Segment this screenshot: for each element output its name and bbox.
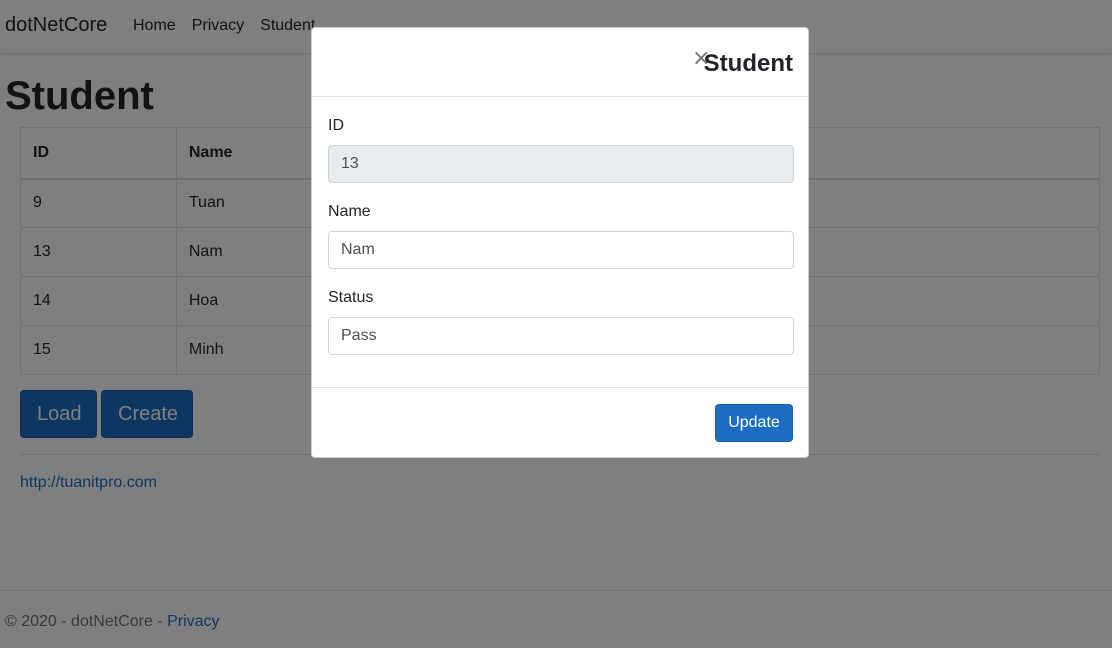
modal-footer: Update [312, 387, 808, 458]
status-label: Status [328, 289, 374, 306]
name-label: Name [328, 203, 371, 220]
student-modal: × Student ID Name Status Update [311, 27, 809, 458]
id-field[interactable] [328, 145, 794, 183]
status-field[interactable] [328, 317, 794, 355]
name-field[interactable] [328, 231, 794, 269]
modal-title: Student [703, 50, 793, 77]
update-button[interactable]: Update [715, 404, 793, 442]
id-label: ID [328, 117, 344, 134]
modal-header: × Student [312, 28, 808, 97]
